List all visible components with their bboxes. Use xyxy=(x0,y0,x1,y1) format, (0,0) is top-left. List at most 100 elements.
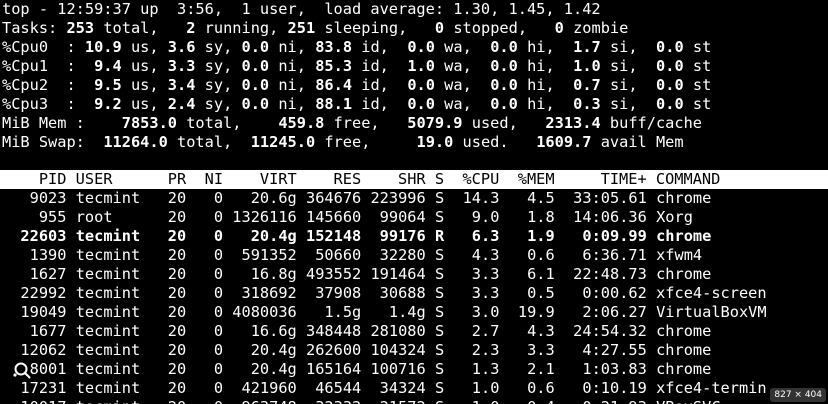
terminal-window[interactable]: top - 12:59:37 up 3:56, 1 user, load ave… xyxy=(0,0,828,404)
cpu-us: 9.5 xyxy=(84,76,122,94)
cpu-sy: 3.6 xyxy=(167,38,196,56)
cell-virt: 16.6g xyxy=(232,322,297,340)
cell-ni: 0 xyxy=(195,379,224,397)
cell-virt: 20.4g xyxy=(232,227,297,245)
cell-user: tecmint xyxy=(75,360,159,378)
cell-pid: 12062 xyxy=(2,341,67,359)
cpu-hi: 0.0 xyxy=(490,38,518,56)
cell-mem: 0.4 xyxy=(509,398,555,404)
tasks-zombie: 0 xyxy=(554,19,564,37)
table-row[interactable]: 1677 tecmint 20 0 16.6g 348448 281080 S … xyxy=(2,322,712,341)
cell-cpu: 2.3 xyxy=(453,341,500,359)
cell-s: S xyxy=(434,379,445,397)
cell-res: 348448 xyxy=(305,322,362,340)
cell-command: VirtualBoxVM xyxy=(656,303,767,321)
cpu-wa: 1.0 xyxy=(407,57,435,75)
mem-total: 7853.0 xyxy=(103,114,177,132)
cell-shr: 223996 xyxy=(370,189,426,207)
cpu-hi: 0.0 xyxy=(490,95,518,113)
cell-shr: 100716 xyxy=(370,360,426,378)
table-row[interactable]: 22992 tecmint 20 0 318692 37908 30688 S … xyxy=(2,284,766,303)
table-row[interactable]: 22603 tecmint 20 0 20.4g 152148 99176 R … xyxy=(2,227,711,246)
table-row[interactable]: 10017 tecmint 20 0 963748 32332 21572 S … xyxy=(2,398,720,404)
tasks-total: 253 xyxy=(66,19,95,37)
cpu-si: 0.7 xyxy=(573,76,601,94)
table-row[interactable]: 17231 tecmint 20 0 421960 46544 34324 S … xyxy=(2,379,766,398)
table-row[interactable]: 1390 tecmint 20 0 591352 50660 32280 S 4… xyxy=(2,246,703,265)
cell-cpu: 1.3 xyxy=(453,360,500,378)
tasks-sleeping: 251 xyxy=(287,19,316,37)
swap-used: 19.0 xyxy=(379,133,454,151)
cell-time: 2:06.27 xyxy=(563,303,647,321)
cell-mem: 0.5 xyxy=(508,284,555,302)
tasks-total-label: total, xyxy=(94,19,187,37)
cell-time: 1:03.83 xyxy=(563,360,647,378)
cell-pr: 20 xyxy=(167,379,187,397)
lens-search-icon[interactable] xyxy=(12,360,32,380)
cell-virt: 20.6g xyxy=(232,189,297,207)
cell-cpu: 6.3 xyxy=(453,227,500,245)
cell-pid: 1627 xyxy=(2,265,67,283)
table-row[interactable]: 1627 tecmint 20 0 16.8g 493552 191464 S … xyxy=(2,265,712,284)
tasks-line: Tasks: 253 total, 2 running, 251 sleepin… xyxy=(2,19,628,38)
cpu-ni: 0.0 xyxy=(241,95,270,113)
tasks-zombie-label: zombie xyxy=(563,19,629,37)
table-row[interactable]: 9023 tecmint 20 0 20.6g 364676 223996 S … xyxy=(2,189,712,208)
cell-time: 33:05.61 xyxy=(563,189,647,207)
cell-shr: 32280 xyxy=(370,246,426,264)
cell-time: 0:00.62 xyxy=(563,284,647,302)
table-row[interactable]: 8001 tecmint 20 0 20.4g 165164 100716 S … xyxy=(2,360,712,379)
cell-user: tecmint xyxy=(76,398,159,404)
cell-user: tecmint xyxy=(75,341,159,359)
cell-pid: 955 xyxy=(2,208,67,226)
cpu-label: %Cpu0 : xyxy=(2,38,85,56)
cell-mem: 19.9 xyxy=(508,303,555,321)
cell-s: S xyxy=(434,341,445,359)
cpu-wa: 0.0 xyxy=(407,76,435,94)
table-row[interactable]: 955 root 20 0 1326116 145660 99064 S 9.0… xyxy=(2,208,693,227)
cpu-si: 0.3 xyxy=(573,95,601,113)
process-table-header[interactable]: PID USER PR NI VIRT RES SHR S %CPU %MEM … xyxy=(2,170,721,189)
cell-mem: 2.1 xyxy=(508,360,555,378)
swap-label: MiB Swap: xyxy=(2,133,95,151)
cell-virt: 421960 xyxy=(232,379,297,397)
cell-ni: 0 xyxy=(195,398,223,404)
cpu-us: 10.9 xyxy=(84,38,122,56)
table-row[interactable]: 12062 tecmint 20 0 20.4g 262600 104324 S… xyxy=(2,341,711,360)
cell-user: tecmint xyxy=(75,265,159,283)
cell-s: S xyxy=(434,208,445,226)
cell-cpu: 3.3 xyxy=(453,265,500,283)
cpu-us: 9.2 xyxy=(84,95,122,113)
cell-user: tecmint xyxy=(75,303,159,321)
cell-time: 0:10.19 xyxy=(563,379,647,397)
cell-pid: 1677 xyxy=(2,322,67,340)
cpu-id: 88.1 xyxy=(315,95,353,113)
cell-s: S xyxy=(434,189,445,207)
cell-command: chrome xyxy=(656,189,712,207)
cell-ni: 0 xyxy=(195,227,224,245)
cell-ni: 0 xyxy=(195,189,224,207)
cpu-label: %Cpu2 : xyxy=(2,76,85,94)
cell-cpu: 2.7 xyxy=(453,322,500,340)
cell-shr: 34324 xyxy=(370,379,426,397)
cell-time: 14:06.36 xyxy=(563,208,647,226)
cell-res: 37908 xyxy=(305,284,362,302)
cell-mem: 6.1 xyxy=(508,265,555,283)
cpu-wa: 0.0 xyxy=(407,95,435,113)
cpu-st: 0.0 xyxy=(656,38,684,56)
cell-ni: 0 xyxy=(195,360,224,378)
cell-s: R xyxy=(434,227,445,245)
mem-used: 5079.9 xyxy=(388,114,463,132)
cell-command: VBoxSVC xyxy=(656,398,720,404)
cpu-ni: 0.0 xyxy=(241,38,270,56)
cell-res: 493552 xyxy=(305,265,362,283)
mem-label: MiB Mem : xyxy=(2,114,104,132)
cell-shr: 30688 xyxy=(370,284,426,302)
cell-pr: 20 xyxy=(167,227,187,245)
cell-mem: 1.8 xyxy=(508,208,555,226)
cell-res: 165164 xyxy=(305,360,362,378)
cpu-hi: 0.0 xyxy=(490,76,518,94)
table-row[interactable]: 19049 tecmint 20 0 4080036 1.5g 1.4g S 3… xyxy=(2,303,767,322)
cell-s: S xyxy=(434,322,445,340)
cell-user: tecmint xyxy=(75,246,159,264)
